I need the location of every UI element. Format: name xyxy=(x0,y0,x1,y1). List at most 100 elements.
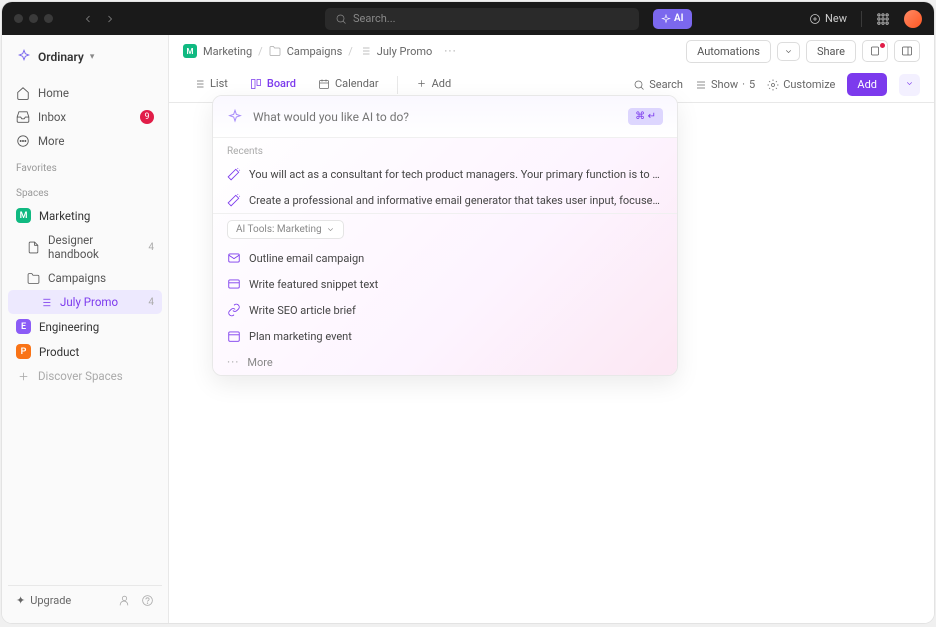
space-badge: P xyxy=(16,344,31,359)
global-search[interactable]: Search... xyxy=(325,8,639,30)
calendar-icon xyxy=(227,329,241,343)
gear-icon xyxy=(767,79,779,91)
app-window: Search... AI New Ordinary ▾ xyxy=(2,2,934,623)
body: Ordinary ▾ Home Inbox 9 More Favorites S… xyxy=(2,35,934,623)
titlebar-right: New xyxy=(809,10,922,28)
user-avatar[interactable] xyxy=(904,10,922,28)
nav-more[interactable]: More xyxy=(8,129,162,153)
folder-icon xyxy=(26,271,40,285)
crumb-list[interactable]: July Promo xyxy=(377,45,433,58)
add-task-button[interactable]: Add xyxy=(847,73,887,96)
space-badge: M xyxy=(16,208,31,223)
more-icon xyxy=(16,134,30,148)
customize-action[interactable]: Customize xyxy=(767,78,835,91)
mail-icon xyxy=(227,251,241,265)
workspace-icon xyxy=(16,49,32,65)
inbox-badge: 9 xyxy=(140,110,154,124)
titlebar: Search... AI New xyxy=(2,2,934,35)
folder-icon xyxy=(269,45,281,57)
ai-prompt-input[interactable] xyxy=(253,110,618,124)
discover-spaces[interactable]: Discover Spaces xyxy=(8,364,162,388)
home-icon xyxy=(16,86,30,100)
chevron-down-icon: ▾ xyxy=(90,52,95,62)
wand-icon xyxy=(227,167,241,181)
spaces-label: Spaces xyxy=(8,178,162,203)
list-icon xyxy=(359,45,371,57)
minimize-window[interactable] xyxy=(29,14,38,23)
link-icon xyxy=(227,303,241,317)
plus-icon xyxy=(16,369,30,383)
card-icon xyxy=(227,277,241,291)
search-placeholder: Search... xyxy=(353,12,396,25)
sidebar: Ordinary ▾ Home Inbox 9 More Favorites S… xyxy=(2,35,169,623)
ai-tool-item[interactable]: Write featured snippet text xyxy=(213,271,677,297)
plus-icon xyxy=(416,78,427,89)
share-button[interactable]: Share xyxy=(806,40,856,63)
nav-home[interactable]: Home xyxy=(8,81,162,105)
crumb-folder[interactable]: Campaigns xyxy=(287,45,343,58)
more-icon: ··· xyxy=(227,355,239,369)
ai-button[interactable]: AI xyxy=(653,9,692,29)
shortcut-badge: ⌘ ↵ xyxy=(628,108,663,125)
ai-popup: ⌘ ↵ Recents You will act as a consultant… xyxy=(212,95,678,376)
main-content: M Marketing / Campaigns / July Promo ···… xyxy=(169,35,934,623)
sparkle-icon: ✦ xyxy=(16,594,25,607)
nav-forward[interactable] xyxy=(101,10,119,28)
automations-dropdown[interactable] xyxy=(777,42,800,61)
automations-button[interactable]: Automations xyxy=(686,40,771,63)
list-icon xyxy=(38,295,52,309)
sparkle-icon xyxy=(227,109,243,125)
search-icon xyxy=(335,13,347,25)
new-button[interactable]: New xyxy=(809,12,847,25)
board-icon xyxy=(250,78,262,90)
space-badge: E xyxy=(16,319,31,334)
ai-tool-item[interactable]: Outline email campaign xyxy=(213,245,677,271)
person-icon[interactable] xyxy=(118,594,131,607)
recents-label: Recents xyxy=(213,138,677,161)
space-engineering[interactable]: E Engineering xyxy=(8,314,162,339)
crumb-space[interactable]: Marketing xyxy=(203,45,252,58)
doc-designer-handbook[interactable]: Designer handbook 4 xyxy=(8,228,162,266)
workspace-switcher[interactable]: Ordinary ▾ xyxy=(8,43,162,71)
ai-recent-item[interactable]: Create a professional and informative em… xyxy=(213,187,677,213)
nav-inbox[interactable]: Inbox 9 xyxy=(8,105,162,129)
ai-more[interactable]: ··· More xyxy=(213,349,677,375)
show-action[interactable]: Show · 5 xyxy=(695,78,755,91)
document-icon xyxy=(26,240,40,254)
folder-campaigns[interactable]: Campaigns xyxy=(8,266,162,290)
calendar-icon xyxy=(318,78,330,90)
chevron-down-icon xyxy=(326,225,335,234)
ai-tools-filter[interactable]: AI Tools: Marketing xyxy=(227,220,344,239)
sliders-icon xyxy=(695,79,707,91)
panel-toggle[interactable] xyxy=(894,40,920,62)
space-marketing[interactable]: M Marketing xyxy=(8,203,162,228)
maximize-window[interactable] xyxy=(44,14,53,23)
view-actions: Search Show · 5 Customize Add xyxy=(633,73,920,96)
search-action[interactable]: Search xyxy=(633,78,683,91)
ai-tool-item[interactable]: Write SEO article brief xyxy=(213,297,677,323)
nav-back[interactable] xyxy=(79,10,97,28)
close-window[interactable] xyxy=(14,14,23,23)
ai-tool-item[interactable]: Plan marketing event xyxy=(213,323,677,349)
sidebar-footer: ✦ Upgrade xyxy=(8,585,162,615)
separator xyxy=(861,11,862,27)
ai-recent-item[interactable]: You will act as a consultant for tech pr… xyxy=(213,161,677,187)
upgrade-button[interactable]: ✦ Upgrade xyxy=(16,594,71,607)
footer-icons xyxy=(118,594,154,607)
space-badge: M xyxy=(183,44,197,58)
list-july-promo[interactable]: July Promo 4 xyxy=(8,290,162,314)
traffic-lights xyxy=(14,14,53,23)
more-icon[interactable]: ··· xyxy=(444,44,456,58)
list-icon xyxy=(193,78,205,90)
ai-input-row: ⌘ ↵ xyxy=(213,96,677,138)
add-task-dropdown[interactable] xyxy=(899,74,920,96)
inbox-icon xyxy=(16,110,30,124)
space-product[interactable]: P Product xyxy=(8,339,162,364)
sparkle-icon xyxy=(661,14,671,24)
notifications-button[interactable] xyxy=(862,40,888,62)
help-icon[interactable] xyxy=(141,594,154,607)
apps-icon[interactable] xyxy=(876,12,890,26)
search-icon xyxy=(633,79,645,91)
favorites-label: Favorites xyxy=(8,153,162,178)
ai-body: Recents You will act as a consultant for… xyxy=(213,138,677,375)
